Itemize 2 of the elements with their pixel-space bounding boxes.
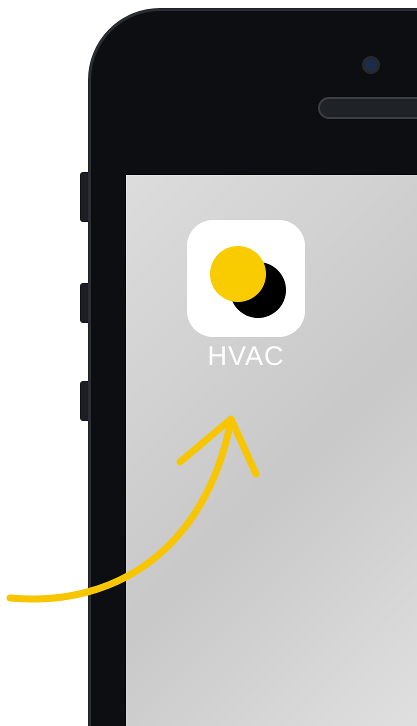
camera-icon (362, 56, 380, 74)
app-logo-icon (187, 220, 305, 337)
